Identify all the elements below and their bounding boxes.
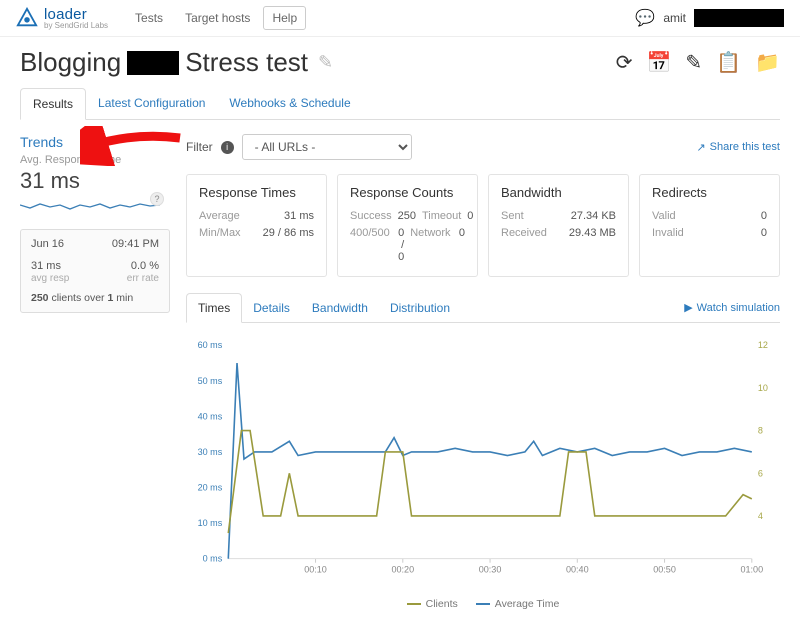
refresh-icon[interactable]: ⟳ [616,50,633,75]
brand-name: loader [44,7,108,22]
trends-metric-value: 31 ms [20,168,170,194]
trends-sparkline [20,196,160,216]
toolbar: ⟳ 📅 ✎ 📋 📁 [616,50,780,75]
nav-tests[interactable]: Tests [126,6,172,30]
svg-text:6: 6 [758,468,763,478]
svg-text:12: 12 [758,340,768,350]
nav-hosts[interactable]: Target hosts [176,6,259,30]
run-date: Jun 16 [31,238,64,250]
card-response-counts: Response Counts Success250Timeout0 400/5… [337,174,478,277]
subtab-bandwidth[interactable]: Bandwidth [301,294,379,322]
nav-help[interactable]: Help [263,6,306,30]
svg-text:00:10: 00:10 [304,565,327,575]
top-nav: Tests Target hosts Help [126,6,306,30]
chart-tabs: Times Details Bandwidth Distribution ▶Wa… [186,293,780,323]
svg-text:30 ms: 30 ms [198,447,223,457]
help-icon[interactable]: ? [150,192,164,206]
logo-mark-icon [16,7,38,29]
share-icon: ↗ [696,141,705,154]
card-response-times: Response Times Average31 ms Min/Max29 / … [186,174,327,277]
chat-icon[interactable]: 💬 [635,8,655,28]
user-name: amit [663,11,686,25]
svg-text:00:30: 00:30 [479,565,502,575]
svg-text:10 ms: 10 ms [198,518,223,528]
subtab-details[interactable]: Details [242,294,301,322]
svg-text:00:40: 00:40 [566,565,589,575]
sidebar: Trends Avg. Response Time 31 ms ? Jun 16… [20,134,170,610]
card-redirects: Redirects Valid0 Invalid0 [639,174,780,277]
svg-text:40 ms: 40 ms [198,411,223,421]
edit-icon[interactable]: ✎ [318,52,333,73]
watch-simulation[interactable]: ▶Watch simulation [684,301,780,314]
topbar: loader by SendGrid Labs Tests Target hos… [0,0,800,37]
title-suffix: Stress test [185,47,308,78]
subtab-times[interactable]: Times [186,293,242,323]
redaction [127,51,179,75]
trends-metric-label: Avg. Response Time [20,154,170,166]
svg-text:20 ms: 20 ms [198,483,223,493]
svg-text:00:50: 00:50 [653,565,676,575]
svg-text:8: 8 [758,426,763,436]
info-icon[interactable]: i [221,141,234,154]
filter-label: Filter [186,140,213,154]
run-summary: 250 clients over 1 min [31,292,159,304]
card-title: Response Times [199,185,314,200]
run-time: 09:41 PM [112,238,159,250]
card-title: Bandwidth [501,185,616,200]
redaction [694,9,784,27]
svg-text:00:20: 00:20 [391,565,414,575]
chart: 0 ms 10 ms 20 ms 30 ms 40 ms 50 ms 60 ms 4 6 8 10 1… [186,331,780,610]
copy-icon[interactable]: 📋 [716,50,741,75]
folder-icon[interactable]: 📁 [755,50,780,75]
svg-text:4: 4 [758,511,763,521]
run-resp-label: avg resp [31,273,69,284]
svg-text:10: 10 [758,383,768,393]
svg-text:60 ms: 60 ms [198,340,223,350]
svg-text:0 ms: 0 ms [203,554,223,564]
trends-heading[interactable]: Trends [20,134,170,150]
brand-sub: by SendGrid Labs [44,22,108,30]
tab-results[interactable]: Results [20,88,86,120]
share-link[interactable]: ↗Share this test [696,141,780,154]
edit-box-icon[interactable]: ✎ [685,50,702,75]
title-prefix: Blogging [20,47,121,78]
tab-webhooks[interactable]: Webhooks & Schedule [217,88,362,119]
calendar-icon[interactable]: 📅 [647,50,672,75]
card-bandwidth: Bandwidth Sent27.34 KB Received29.43 MB [488,174,629,277]
run-card[interactable]: Jun 16 09:41 PM 31 msavg resp 0.0 %err r… [20,229,170,313]
main-panel: Filter i - All URLs - ↗Share this test R… [186,134,780,610]
card-title: Redirects [652,185,767,200]
subtab-distribution[interactable]: Distribution [379,294,461,322]
page-title: Blogging Stress test ✎ [20,47,333,78]
run-resp: 31 ms [31,260,61,272]
card-title: Response Counts [350,185,465,200]
svg-text:01:00: 01:00 [740,565,763,575]
svg-text:50 ms: 50 ms [198,376,223,386]
main-tabs: Results Latest Configuration Webhooks & … [20,88,780,120]
play-icon: ▶ [684,301,692,314]
user-menu[interactable]: 💬 amit [635,8,784,28]
run-err: 0.0 % [131,260,159,272]
logo[interactable]: loader by SendGrid Labs [16,7,108,30]
run-err-label: err rate [127,273,159,284]
filter-select[interactable]: - All URLs - [242,134,412,160]
tab-config[interactable]: Latest Configuration [86,88,217,119]
chart-legend: Clients Average Time [186,598,780,610]
